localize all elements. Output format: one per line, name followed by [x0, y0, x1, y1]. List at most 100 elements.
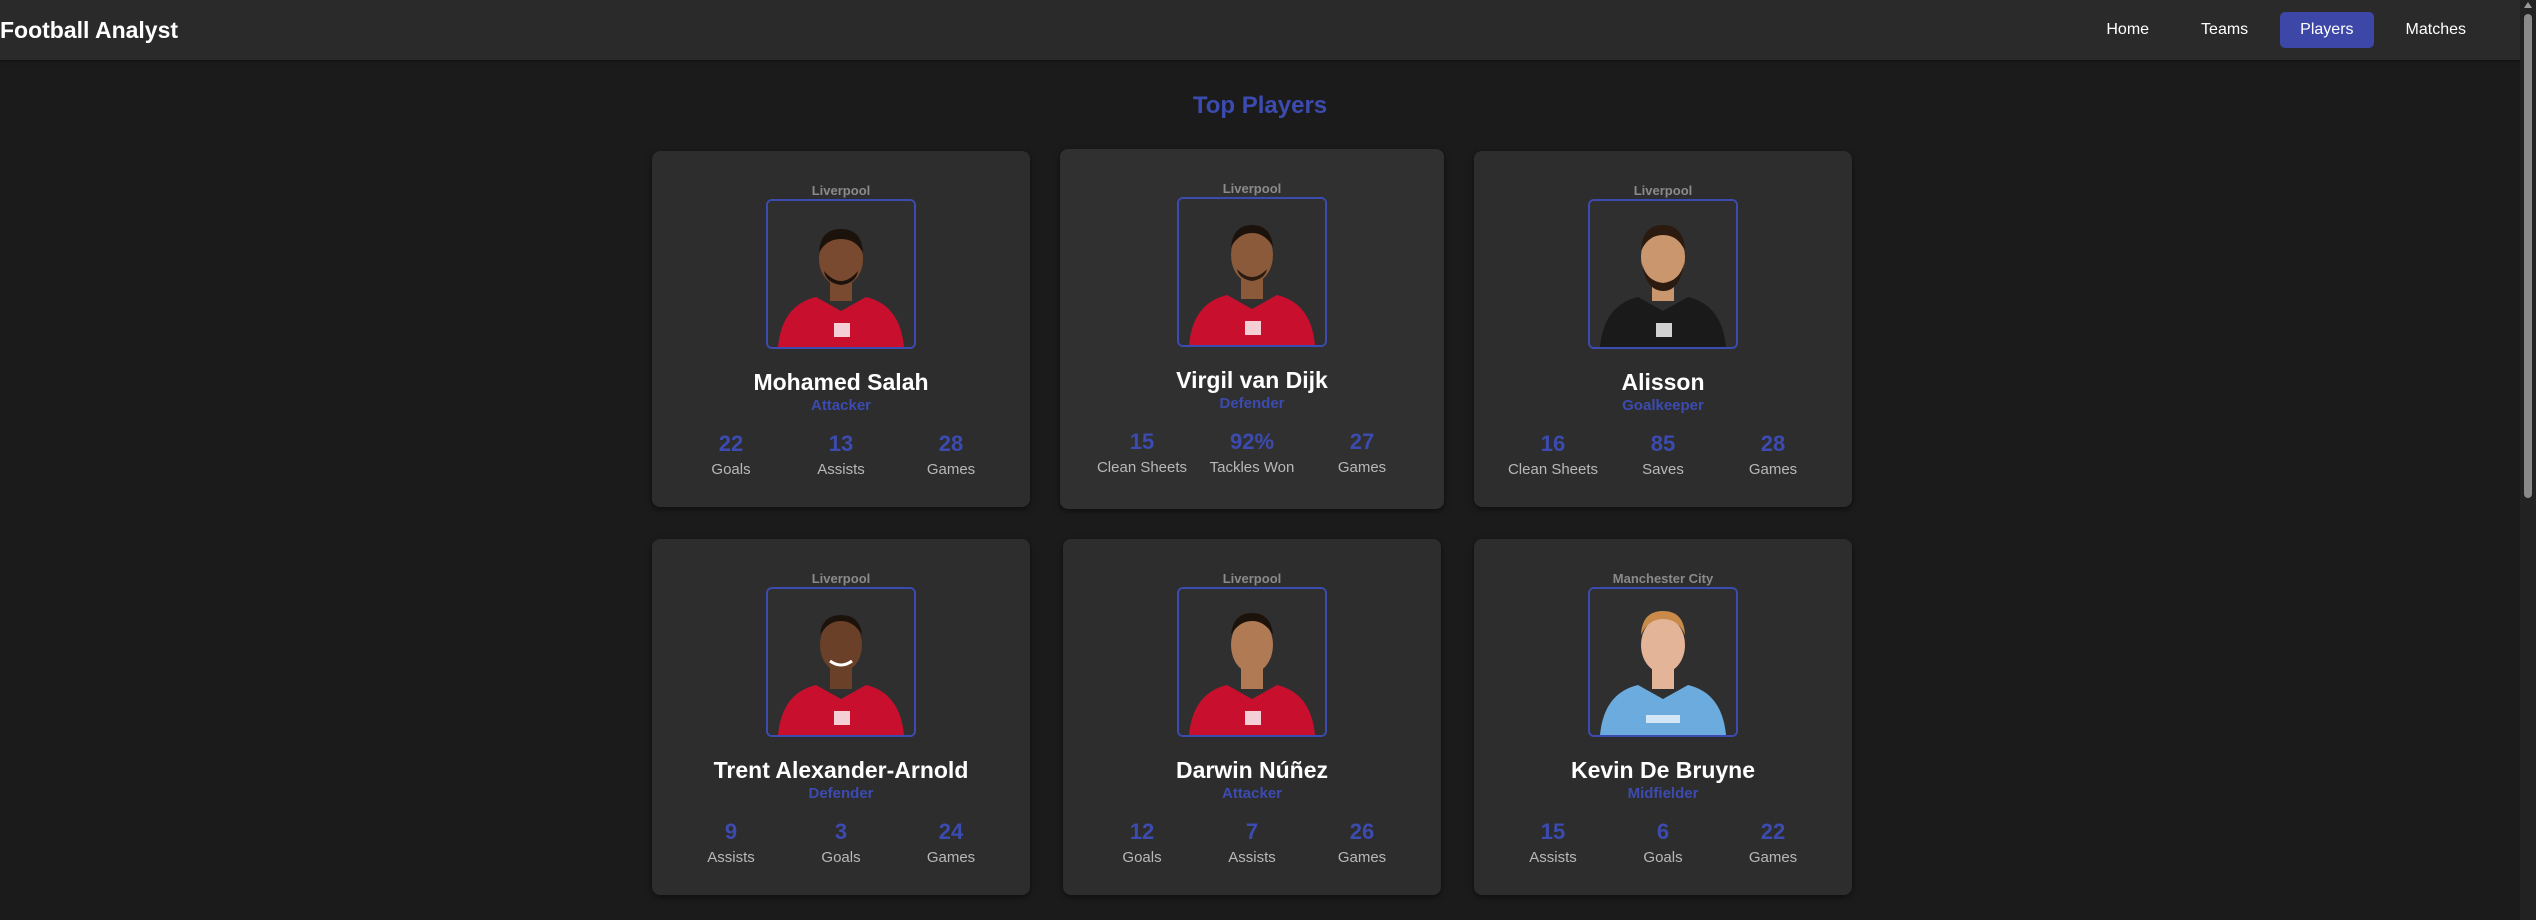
stat-value: 15: [1129, 429, 1155, 454]
stat-label: Games: [926, 849, 976, 866]
stat-value: 22: [1760, 819, 1786, 844]
top-navbar: Football Analyst Home Teams Players Matc…: [0, 0, 2520, 60]
stat-label: Clean Sheets: [1507, 461, 1599, 478]
stat-item: 28 Games: [896, 431, 1006, 478]
stat-value: 24: [938, 819, 964, 844]
stat-label: Assists: [1228, 849, 1276, 866]
stat-item: 9 Assists: [676, 819, 786, 866]
player-name: Darwin Núñez: [1175, 757, 1329, 783]
stat-label: Goals: [821, 849, 861, 866]
stat-value: 26: [1349, 819, 1375, 844]
stat-value: 12: [1129, 819, 1155, 844]
nav-home[interactable]: Home: [2086, 12, 2169, 48]
stat-value: 85: [1650, 431, 1676, 456]
stat-item: 7 Assists: [1197, 819, 1307, 866]
player-name: Kevin De Bruyne: [1570, 757, 1756, 783]
stat-label: Clean Sheets: [1096, 459, 1188, 476]
player-photo: [766, 587, 916, 737]
scrollbar-thumb[interactable]: [2524, 14, 2532, 498]
player-card[interactable]: Liverpool Alisson Goalkeeper 16 Clean Sh…: [1474, 151, 1852, 507]
player-name: Alisson: [1621, 369, 1705, 395]
player-name: Trent Alexander-Arnold: [713, 757, 969, 783]
stat-item: 24 Games: [896, 819, 1006, 866]
stat-item: 92% Tackles Won: [1197, 429, 1307, 476]
stat-value: 92%: [1229, 429, 1275, 454]
player-stats: 15 Clean Sheets 92% Tackles Won 27 Games: [1060, 429, 1444, 476]
stat-item: 12 Goals: [1087, 819, 1197, 866]
stat-value: 9: [724, 819, 738, 844]
stat-value: 15: [1540, 819, 1566, 844]
player-stats: 15 Assists 6 Goals 22 Games: [1474, 819, 1852, 866]
player-card[interactable]: Liverpool Darwin Núñez Attacker 12 Goals…: [1063, 539, 1441, 895]
player-photo-skyblue-kit-icon: [1590, 589, 1736, 735]
stat-value: 3: [834, 819, 848, 844]
player-position: Defender: [808, 785, 874, 802]
player-card[interactable]: Liverpool Virgil van Dijk Defender 15 Cl…: [1060, 149, 1444, 509]
stat-value: 28: [938, 431, 964, 456]
stat-value: 6: [1656, 819, 1670, 844]
player-team: Liverpool: [1633, 183, 1693, 198]
player-team: Liverpool: [1222, 571, 1282, 586]
nav-matches[interactable]: Matches: [2386, 12, 2486, 48]
nav-teams[interactable]: Teams: [2181, 12, 2268, 48]
stat-label: Games: [1337, 849, 1387, 866]
stat-item: 15 Clean Sheets: [1087, 429, 1197, 476]
page-title: Top Players: [1192, 92, 1328, 119]
stat-label: Games: [1337, 459, 1387, 476]
brand-logo[interactable]: Football Analyst: [0, 17, 178, 44]
player-position: Goalkeeper: [1622, 397, 1704, 414]
player-photo: [1588, 587, 1738, 737]
stat-item: 13 Assists: [786, 431, 896, 478]
stat-item: 6 Goals: [1608, 819, 1718, 866]
stat-label: Assists: [1529, 849, 1577, 866]
stat-label: Assists: [817, 461, 865, 478]
stat-label: Games: [1748, 461, 1798, 478]
player-photo: [766, 199, 916, 349]
player-position: Attacker: [810, 397, 872, 414]
page-scrollbar[interactable]: [2520, 0, 2536, 920]
stat-label: Saves: [1642, 461, 1684, 478]
nav-players[interactable]: Players: [2280, 12, 2374, 48]
player-position: Attacker: [1221, 785, 1283, 802]
stat-value: 28: [1760, 431, 1786, 456]
stat-value: 22: [718, 431, 744, 456]
stat-item: 27 Games: [1307, 429, 1417, 476]
stat-label: Goals: [711, 461, 751, 478]
player-position: Defender: [1219, 395, 1285, 412]
player-photo: [1588, 199, 1738, 349]
player-stats: 12 Goals 7 Assists 26 Games: [1063, 819, 1441, 866]
player-team: Liverpool: [811, 183, 871, 198]
player-card[interactable]: Liverpool Trent Alexander-Arnold Defende…: [652, 539, 1030, 895]
stat-label: Games: [926, 461, 976, 478]
stat-value: 27: [1349, 429, 1375, 454]
player-name: Virgil van Dijk: [1176, 367, 1328, 393]
stat-value: 7: [1245, 819, 1259, 844]
player-team: Liverpool: [1222, 181, 1282, 196]
stat-item: 85 Saves: [1608, 431, 1718, 478]
player-photo-red-kit-icon: [1179, 199, 1325, 345]
player-photo: [1177, 197, 1327, 347]
stat-label: Goals: [1643, 849, 1683, 866]
nav-links: Home Teams Players Matches: [2074, 12, 2520, 48]
stat-label: Tackles Won: [1209, 459, 1295, 476]
stat-item: 26 Games: [1307, 819, 1417, 866]
player-stats: 22 Goals 13 Assists 28 Games: [652, 431, 1030, 478]
player-photo-red-kit-icon: [768, 201, 914, 347]
scroll-up-arrow-icon[interactable]: [2524, 2, 2532, 8]
stat-item: 28 Games: [1718, 431, 1828, 478]
player-card[interactable]: Liverpool Mohamed Salah Attacker 22 Goal…: [652, 151, 1030, 507]
player-team: Liverpool: [811, 571, 871, 586]
player-card[interactable]: Manchester City Kevin De Bruyne Midfield…: [1474, 539, 1852, 895]
stat-label: Assists: [707, 849, 755, 866]
stat-item: 3 Goals: [786, 819, 896, 866]
stat-item: 22 Games: [1718, 819, 1828, 866]
player-photo-red-kit-icon: [768, 589, 914, 735]
stat-label: Goals: [1122, 849, 1162, 866]
player-photo-red-kit-icon: [1179, 589, 1325, 735]
player-team: Manchester City: [1612, 571, 1714, 586]
stat-item: 16 Clean Sheets: [1498, 431, 1608, 478]
player-stats: 16 Clean Sheets 85 Saves 28 Games: [1474, 431, 1852, 478]
player-photo-black-kit-icon: [1590, 201, 1736, 347]
stat-item: 15 Assists: [1498, 819, 1608, 866]
stat-value: 13: [828, 431, 854, 456]
